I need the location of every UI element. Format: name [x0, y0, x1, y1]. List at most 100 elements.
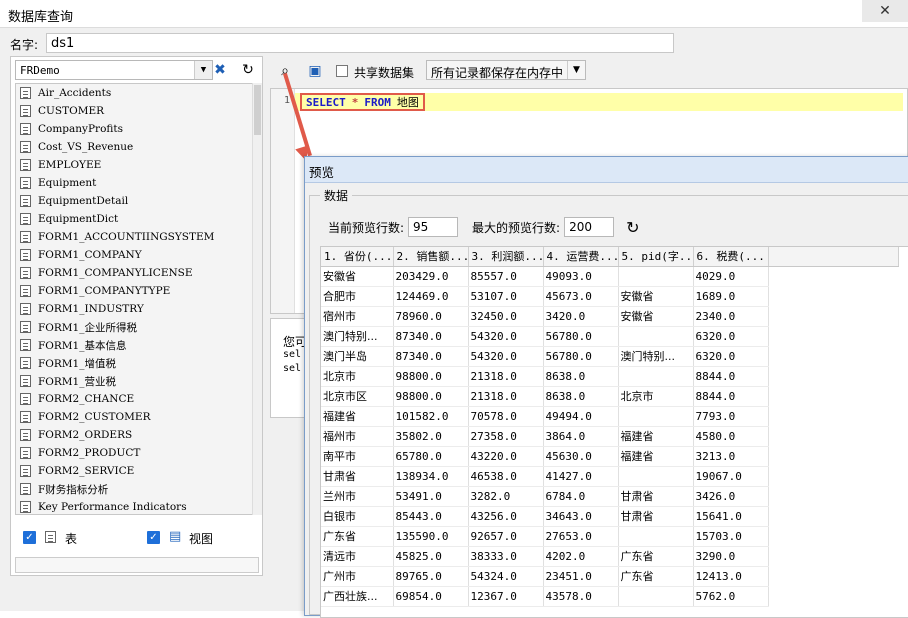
- sql-statement[interactable]: SELECT * FROM 地图: [300, 93, 425, 111]
- table-icon: [20, 429, 31, 441]
- table-list-item[interactable]: EquipmentDetail: [16, 192, 252, 210]
- column-header[interactable]: 3. 利润额...: [468, 247, 544, 267]
- table-list-item[interactable]: FORM1_ACCOUNTIINGSYSTEM: [16, 228, 252, 246]
- column-header[interactable]: 6. 税费(...: [693, 247, 769, 267]
- table-list-scrollbar[interactable]: [252, 83, 262, 515]
- column-header[interactable]: 1. 省份(...: [321, 247, 394, 267]
- table-row[interactable]: 澳门特别... 87340.0 54320.0 56780.0 6320.0: [321, 326, 898, 347]
- table-row[interactable]: 南平市 65780.0 43220.0 45630.0 福建省 3213.0: [321, 446, 898, 467]
- view-checkbox[interactable]: ✓: [147, 531, 160, 544]
- table-list-item[interactable]: Equipment: [16, 174, 252, 192]
- table-cell: 甘肃省: [618, 486, 694, 507]
- column-header[interactable]: 5. pid(字...: [618, 247, 694, 267]
- table-list-item[interactable]: FORM1_INDUSTRY: [16, 300, 252, 318]
- memory-select[interactable]: 所有记录都保存在内存中 ▼: [426, 60, 586, 80]
- table-row[interactable]: 澳门半岛 87340.0 54320.0 56780.0 澳门特别... 6320.0: [321, 346, 898, 367]
- connection-value: FRDemo: [20, 64, 60, 77]
- table-row[interactable]: 兰州市 53491.0 3282.0 6784.0 甘肃省 3426.0: [321, 486, 898, 507]
- table-icon: [20, 393, 31, 405]
- table-list-item[interactable]: FORM1_企业所得税: [16, 318, 252, 336]
- table-name: FORM1_ACCOUNTIINGSYSTEM: [38, 231, 215, 243]
- status-bar: [15, 557, 259, 573]
- current-rows-input[interactable]: [408, 217, 459, 237]
- table-list-item[interactable]: FORM1_COMPANYLICENSE: [16, 264, 252, 282]
- save-icon[interactable]: ▣: [304, 60, 326, 82]
- table-list-item[interactable]: Air_Accidents: [16, 84, 252, 102]
- table-cell: 45630.0: [543, 446, 619, 467]
- preview-dialog: 预览 数据 当前预览行数: 最大的预览行数: ↻ 1. 省份(...2. 销售额…: [304, 156, 908, 618]
- table-list-item[interactable]: FORM1_COMPANY: [16, 246, 252, 264]
- table-cell: 45825.0: [393, 546, 469, 567]
- table-list-item[interactable]: CompanyProfits: [16, 120, 252, 138]
- table-row[interactable]: 广西壮族... 69854.0 12367.0 43578.0 5762.0: [321, 586, 898, 607]
- table-row[interactable]: 福州市 35802.0 27358.0 3864.0 福建省 4580.0: [321, 426, 898, 447]
- close-button[interactable]: ✕: [862, 0, 908, 22]
- table-icon: [20, 231, 31, 243]
- table-cell: 6320.0: [693, 326, 769, 347]
- table-list-item[interactable]: FORM2_PRODUCT: [16, 444, 252, 462]
- table-cell-filler: [768, 346, 898, 366]
- table-list-item[interactable]: FORM1_基本信息: [16, 336, 252, 354]
- table-cell: 70578.0: [468, 406, 544, 427]
- chevron-down-icon[interactable]: ▼: [567, 61, 585, 79]
- table-list-item[interactable]: FORM1_增值税: [16, 354, 252, 372]
- table-cell: 7793.0: [693, 406, 769, 427]
- table-list-item[interactable]: FORM2_SERVICE: [16, 462, 252, 480]
- table-row[interactable]: 甘肃省 138934.0 46538.0 41427.0 19067.0: [321, 466, 898, 487]
- table-list-item[interactable]: CUSTOMER: [16, 102, 252, 120]
- table-cell: 27653.0: [543, 526, 619, 547]
- preview-grid[interactable]: 1. 省份(... 2. 销售额... 3. 利润额... 4. 运营费... 5. p…: [320, 246, 908, 618]
- table-cell: 3213.0: [693, 446, 769, 467]
- table-list-item[interactable]: FORM1_营业税: [16, 372, 252, 390]
- table-icon: [20, 375, 31, 387]
- table-row[interactable]: 广州市 89765.0 54324.0 23451.0 广东省 12413.0: [321, 566, 898, 587]
- table-cell: 4029.0: [693, 266, 769, 287]
- tools-icon[interactable]: ✖: [209, 59, 231, 81]
- table-list-item[interactable]: FORM2_CUSTOMER: [16, 408, 252, 426]
- table-row[interactable]: 广东省 135590.0 92657.0 27653.0 15703.0: [321, 526, 898, 547]
- table-row[interactable]: 北京市 98800.0 21318.0 8638.0 8844.0: [321, 366, 898, 387]
- table-list-item[interactable]: EMPLOYEE: [16, 156, 252, 174]
- table-name: Air_Accidents: [38, 87, 112, 99]
- table-list-item[interactable]: FORM1_COMPANYTYPE: [16, 282, 252, 300]
- table-row[interactable]: 北京市区 98800.0 21318.0 8638.0 北京市 8844.0: [321, 386, 898, 407]
- table-row[interactable]: 福建省 101582.0 70578.0 49494.0 7793.0: [321, 406, 898, 427]
- table-list-item[interactable]: Cost_VS_Revenue: [16, 138, 252, 156]
- table-cell: 8638.0: [543, 386, 619, 407]
- table-list-item[interactable]: FORM2_CHANCE: [16, 390, 252, 408]
- table-row[interactable]: 合肥市 124469.0 53107.0 45673.0 安徽省 1689.0: [321, 286, 898, 307]
- max-rows-input[interactable]: [564, 217, 615, 237]
- table-cell: 广东省: [618, 566, 694, 587]
- table-cell: 35802.0: [393, 426, 469, 447]
- connection-select[interactable]: FRDemo ▼: [15, 60, 213, 80]
- table-row[interactable]: 安徽省 203429.0 85557.0 49093.0 4029.0: [321, 266, 898, 287]
- table-list-item[interactable]: FORM2_ORDERS: [16, 426, 252, 444]
- table-cell: 兰州市: [321, 486, 394, 507]
- table-list-item[interactable]: F财务指标分析: [16, 480, 252, 498]
- table-checkbox[interactable]: ✓: [23, 531, 36, 544]
- column-header[interactable]: 4. 运营费...: [543, 247, 619, 267]
- refresh-icon[interactable]: ↻: [626, 218, 639, 237]
- share-checkbox[interactable]: [336, 65, 348, 77]
- table-name: EquipmentDict: [38, 213, 119, 225]
- table-row[interactable]: 白银市 85443.0 43256.0 34643.0 甘肃省 15641.0: [321, 506, 898, 527]
- table-icon: [20, 465, 31, 477]
- column-header-filler: [768, 247, 899, 267]
- table-row[interactable]: 宿州市 78960.0 32450.0 3420.0 安徽省 2340.0: [321, 306, 898, 327]
- table-cell-filler: [768, 446, 898, 466]
- table-cell: 福建省: [618, 426, 694, 447]
- refresh-icon[interactable]: ↻: [237, 59, 259, 81]
- table-list-item[interactable]: Key Performance Indicators: [16, 498, 252, 514]
- name-input[interactable]: [46, 33, 674, 53]
- scrollbar-thumb[interactable]: [254, 85, 261, 135]
- table-icon: [20, 213, 31, 225]
- table-cell: 32450.0: [468, 306, 544, 327]
- table-list-item[interactable]: EquipmentDict: [16, 210, 252, 228]
- table-cell-filler: [768, 586, 898, 606]
- table-row[interactable]: 清远市 45825.0 38333.0 4202.0 广东省 3290.0: [321, 546, 898, 567]
- table-name: FORM2_CHANCE: [38, 393, 135, 405]
- column-header[interactable]: 2. 销售额...: [393, 247, 469, 267]
- table-list: Air_Accidents CUSTOMER CompanyProfits Cost_…: [15, 83, 253, 515]
- table-check-label: 表: [65, 532, 78, 546]
- table-icon: [20, 447, 31, 459]
